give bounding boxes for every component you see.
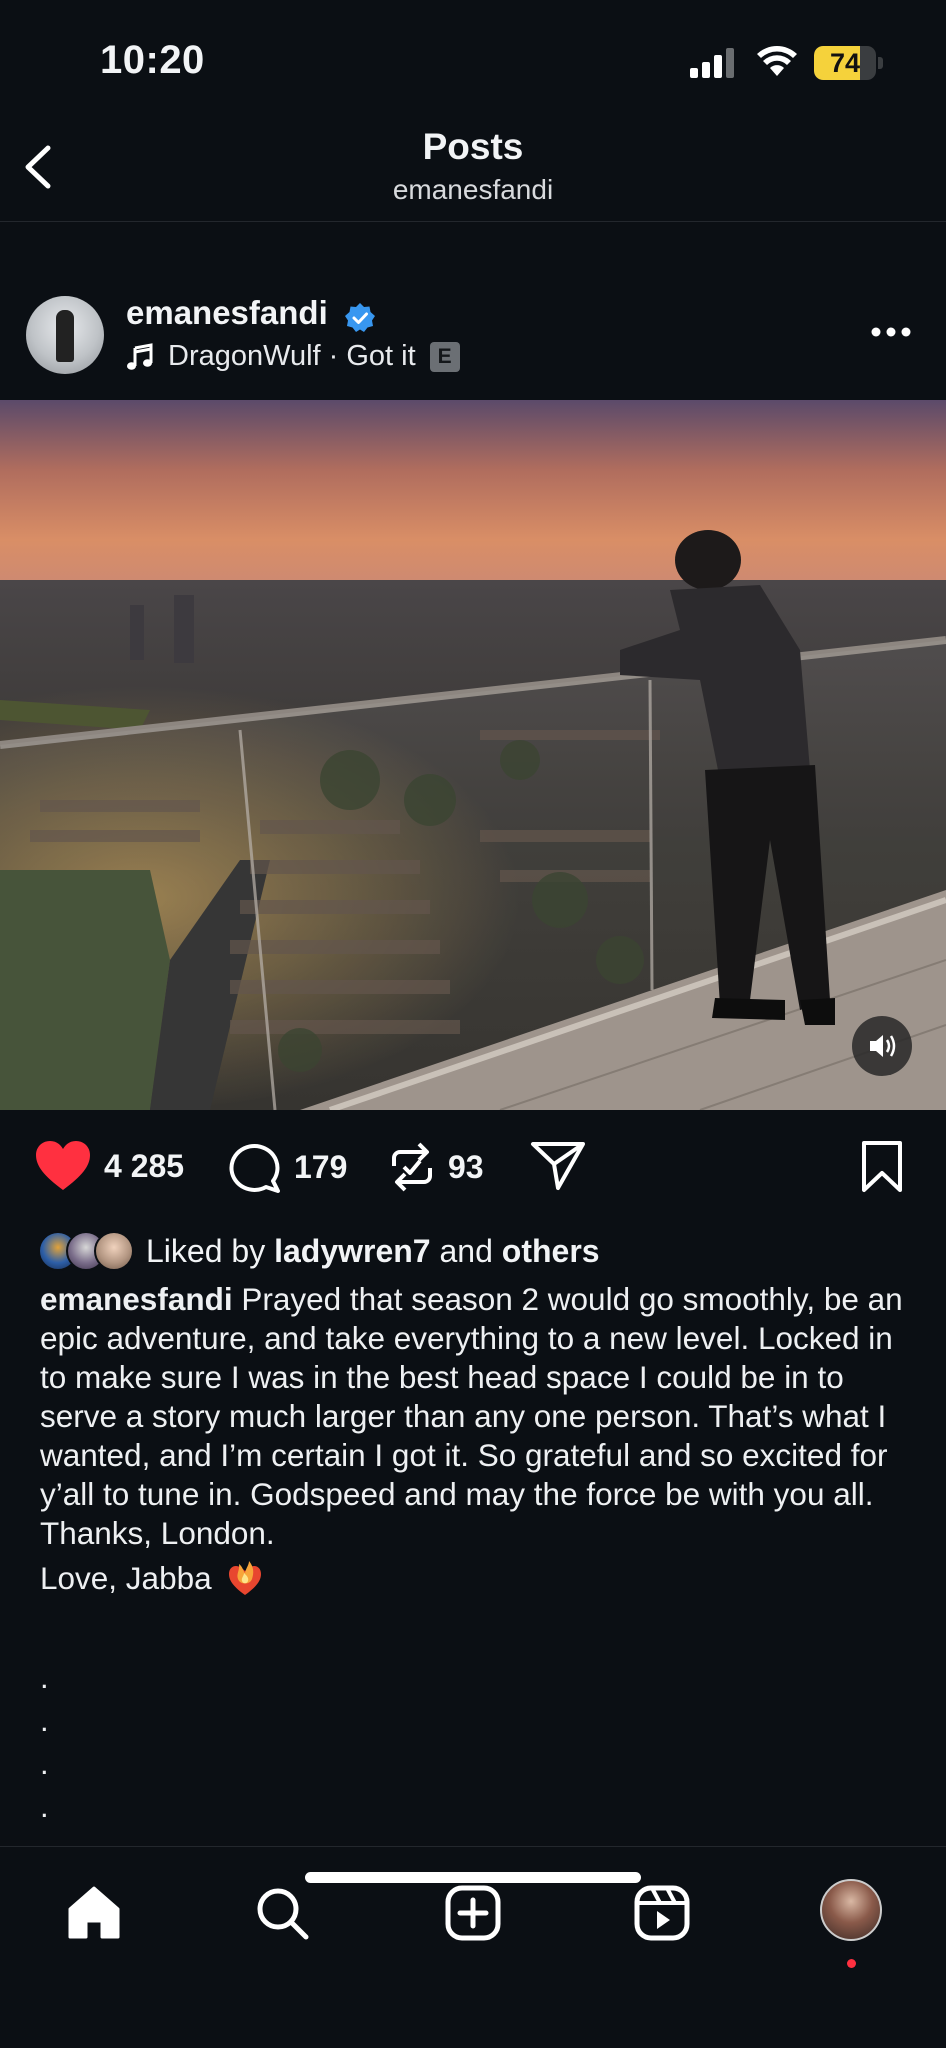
music-attribution[interactable]: DragonWulf · Got it E (126, 340, 460, 373)
liked-by-and: and (439, 1232, 493, 1269)
post-caption: emanesfandi Prayed that season 2 would g… (40, 1280, 910, 1598)
profile-avatar[interactable] (820, 1879, 882, 1941)
music-note-icon (127, 342, 153, 370)
save-action[interactable] (860, 1140, 904, 1194)
heart-on-fire-emoji-icon (229, 1561, 262, 1595)
sound-toggle-button[interactable] (852, 1016, 912, 1076)
explicit-badge: E (429, 341, 460, 372)
verified-badge-icon (345, 303, 375, 332)
cellular-signal-icon (690, 48, 734, 78)
bookmark-icon[interactable] (860, 1140, 904, 1194)
liked-by-prefix: Liked by (146, 1232, 266, 1269)
status-time: 10:20 (100, 38, 205, 82)
repost-icon[interactable] (388, 1140, 436, 1194)
page-subtitle: emanesfandi (392, 174, 554, 205)
signoff-text: Love, Jabba (40, 1560, 212, 1596)
page-title: Posts (422, 126, 524, 167)
caption-dot: . (40, 1703, 49, 1738)
notification-dot (847, 1959, 856, 1968)
caption-signoff: Love, Jabba (40, 1559, 910, 1598)
post-photo[interactable] (0, 400, 946, 1110)
likes-count[interactable]: 4 285 (104, 1148, 184, 1185)
post-actions: 4 285 179 93 (0, 1132, 946, 1206)
send-icon[interactable] (530, 1140, 586, 1192)
home-indicator (305, 1872, 641, 1883)
music-track-label: DragonWulf · Got it (168, 340, 416, 372)
top-navigation-bar: Posts emanesfandi (0, 120, 946, 222)
status-bar: 10:20 74 (0, 0, 946, 120)
wifi-icon (757, 46, 797, 76)
home-icon[interactable] (64, 1883, 124, 1943)
search-icon[interactable] (252, 1883, 312, 1943)
liked-by-username[interactable]: ladywren7 (274, 1233, 431, 1269)
comment-bubble-icon[interactable] (228, 1140, 282, 1194)
more-horizontal-icon[interactable] (870, 326, 912, 338)
liked-by-text: Liked by ladywren7 and others (146, 1233, 600, 1270)
liked-by-row[interactable]: Liked by ladywren7 and others (38, 1228, 600, 1274)
caption-dot: . (40, 1746, 49, 1781)
caption-dot: . (40, 1660, 49, 1695)
reels-icon[interactable] (632, 1883, 692, 1943)
battery-percent: 74 (829, 48, 861, 78)
author-avatar[interactable] (26, 296, 104, 374)
like-action[interactable]: 4 285 (34, 1140, 184, 1192)
reposts-count[interactable]: 93 (448, 1149, 484, 1186)
caption-dot: . (40, 1789, 49, 1824)
speaker-icon (870, 1035, 896, 1057)
liked-by-others[interactable]: others (502, 1233, 600, 1269)
caption-dots: . . . . . (40, 1656, 49, 1871)
comment-action[interactable]: 179 (228, 1140, 347, 1194)
author-username[interactable]: emanesfandi (126, 294, 328, 332)
caption-username[interactable]: emanesfandi (40, 1281, 233, 1317)
heart-filled-icon[interactable] (34, 1140, 92, 1192)
rooftop-city-sunset-image (0, 400, 946, 1110)
create-icon[interactable] (443, 1883, 503, 1943)
repost-action[interactable]: 93 (388, 1140, 484, 1194)
post-header: emanesfandi DragonWulf · Got it E (0, 290, 946, 400)
caption-text: Prayed that season 2 would go smoothly, … (40, 1281, 903, 1551)
battery-indicator: 74 (814, 46, 884, 80)
liker-avatar (94, 1231, 134, 1271)
comments-count[interactable]: 179 (294, 1149, 347, 1186)
share-action[interactable] (530, 1140, 586, 1192)
